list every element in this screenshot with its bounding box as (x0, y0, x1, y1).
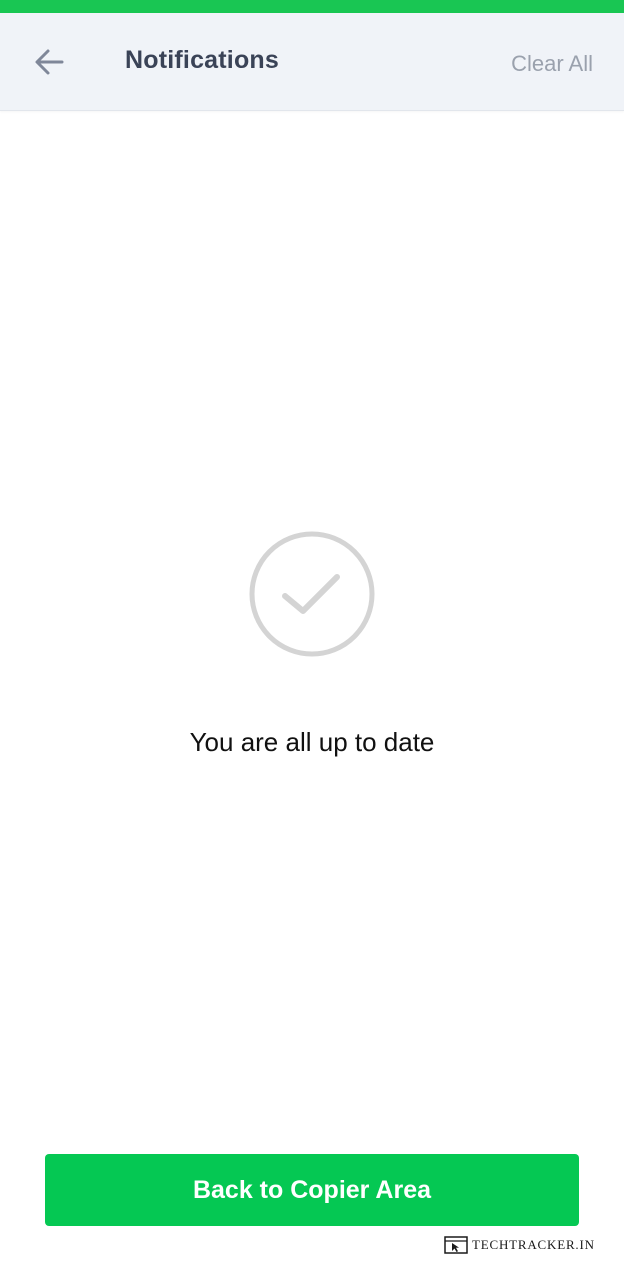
clear-all-button[interactable]: Clear All (511, 51, 593, 77)
check-circle-icon (248, 530, 376, 658)
back-button[interactable] (28, 41, 70, 83)
empty-state-message: You are all up to date (189, 727, 435, 757)
back-to-copier-area-button[interactable]: Back to Copier Area (45, 1154, 579, 1226)
status-bar-strip (0, 0, 624, 13)
watermark: TECHTRACKER.IN (444, 1235, 595, 1255)
browser-cursor-icon (444, 1236, 468, 1254)
watermark-text: TECHTRACKER.IN (472, 1237, 595, 1252)
arrow-left-icon (35, 49, 64, 75)
page-title: Notifications (125, 46, 279, 74)
app-header: Notifications Clear All (0, 13, 624, 111)
